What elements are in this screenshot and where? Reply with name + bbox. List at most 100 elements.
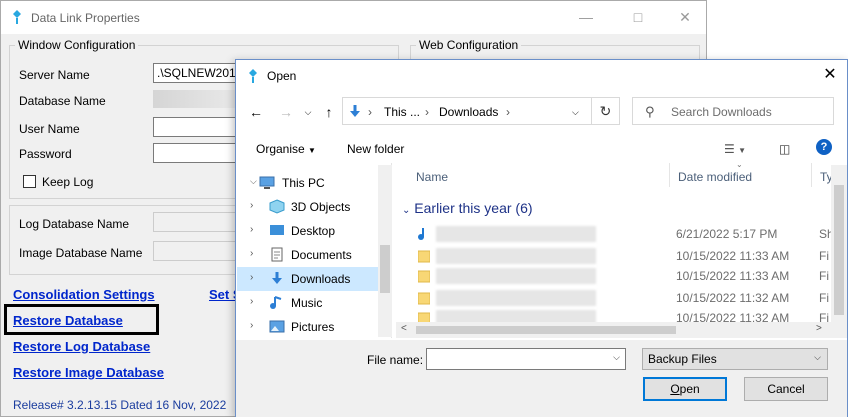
dialog-title: Open xyxy=(267,69,297,83)
close-icon[interactable]: ✕ xyxy=(819,64,841,86)
release-info: Release# 3.2.13.15 Dated 16 Nov, 2022 xyxy=(13,398,227,412)
restore-log-database-link[interactable]: Restore Log Database xyxy=(13,339,150,354)
file-name-input[interactable]: ⌵ xyxy=(426,348,626,370)
file-row[interactable]: 10/15/2022 11:33 AM Fi xyxy=(412,266,832,286)
chevron-right-icon[interactable]: › xyxy=(250,296,253,307)
server-name-label: Server Name xyxy=(19,68,90,82)
file-list-hscrollbar-thumb[interactable] xyxy=(416,326,676,334)
chevron-right-icon[interactable]: › xyxy=(250,272,253,283)
tree-scrollbar[interactable] xyxy=(378,165,392,337)
file-list-vscrollbar-thumb[interactable] xyxy=(834,185,844,315)
breadcrumb-downloads[interactable]: Downloads xyxy=(439,105,498,119)
address-bar[interactable]: › This ... › Downloads › ⌵ xyxy=(342,97,592,125)
scroll-right-icon[interactable]: > xyxy=(816,323,822,334)
cube-icon xyxy=(269,199,285,214)
file-name-blurred xyxy=(436,268,596,284)
column-header-type[interactable]: Ty xyxy=(812,163,832,187)
chevron-down-icon[interactable]: ⌵ xyxy=(250,176,257,187)
file-row[interactable]: 10/15/2022 11:32 AM Fi xyxy=(412,288,832,308)
downloads-icon xyxy=(350,105,360,117)
refresh-icon[interactable]: ↻ xyxy=(592,97,620,125)
view-options-icon[interactable]: ☰ ▼ xyxy=(724,142,746,156)
forward-arrow-icon[interactable]: → xyxy=(276,102,296,122)
search-input[interactable]: Search Downloads xyxy=(671,105,772,119)
tree-item-this-pc[interactable]: ⌵ This PC xyxy=(237,171,378,195)
maximize-icon[interactable]: □ xyxy=(627,7,649,27)
desktop-icon xyxy=(270,225,284,235)
chevron-right-icon[interactable]: › xyxy=(250,200,253,211)
window-config-label: Window Configuration xyxy=(15,38,139,52)
user-name-field[interactable] xyxy=(153,117,243,137)
back-arrow-icon[interactable]: ← xyxy=(246,102,266,122)
chevron-right-icon[interactable]: › xyxy=(250,224,253,235)
password-field[interactable] xyxy=(153,143,243,163)
file-name-blurred xyxy=(436,290,596,306)
group-header-label: Earlier this year (6) xyxy=(414,200,533,216)
breadcrumb-separator-icon: › xyxy=(368,105,372,119)
file-type-select[interactable]: Backup Files ⌵ xyxy=(642,348,828,370)
web-config-label: Web Configuration xyxy=(416,38,522,52)
file-list-vscrollbar[interactable] xyxy=(831,165,847,322)
audio-file-icon xyxy=(418,228,424,240)
image-db-field[interactable] xyxy=(153,241,243,261)
log-db-field[interactable] xyxy=(153,212,243,232)
downloads-icon xyxy=(272,272,282,284)
new-folder-button[interactable]: New folder xyxy=(347,142,404,156)
breadcrumb-this-pc[interactable]: This ... xyxy=(384,105,420,119)
tree-item-label: Documents xyxy=(291,248,352,262)
search-box[interactable]: ⚲ Search Downloads xyxy=(632,97,834,125)
group-header[interactable]: ⌄ Earlier this year (6) xyxy=(402,200,533,216)
restore-database-link[interactable]: Restore Database xyxy=(13,313,123,328)
restore-image-database-link[interactable]: Restore Image Database xyxy=(13,365,164,380)
music-icon xyxy=(270,296,282,309)
tree-item-pictures[interactable]: › Pictures xyxy=(237,315,378,339)
up-arrow-icon[interactable]: ↑ xyxy=(319,102,339,122)
file-type: Fi xyxy=(819,269,829,283)
help-icon[interactable]: ? xyxy=(816,139,832,155)
minimize-icon[interactable]: — xyxy=(575,7,597,27)
user-name-label: User Name xyxy=(19,122,80,136)
scroll-left-icon[interactable]: < xyxy=(401,323,407,334)
chevron-right-icon[interactable]: › xyxy=(250,248,253,259)
preview-pane-icon[interactable]: ◫ xyxy=(779,142,790,156)
log-db-label: Log Database Name xyxy=(19,217,130,231)
file-row[interactable]: 6/21/2022 5:17 PM Sh xyxy=(412,224,834,244)
chevron-down-icon[interactable]: ⌵ xyxy=(613,352,620,363)
file-date: 6/21/2022 5:17 PM xyxy=(676,227,778,241)
keep-log-checkbox[interactable] xyxy=(23,175,36,188)
documents-icon xyxy=(271,247,283,262)
tree-item-3d-objects[interactable]: › 3D Objects xyxy=(237,195,378,219)
close-icon[interactable]: ✕ xyxy=(674,7,696,27)
folder-icon xyxy=(418,292,430,305)
tree-item-label: Music xyxy=(291,296,323,310)
consolidation-settings-link[interactable]: Consolidation Settings xyxy=(13,287,155,302)
file-date: 10/15/2022 11:33 AM xyxy=(676,249,790,263)
tree-item-desktop[interactable]: › Desktop xyxy=(237,219,378,243)
app-icon xyxy=(249,69,257,83)
pc-icon xyxy=(259,176,275,189)
database-name-field[interactable] xyxy=(153,90,238,108)
chevron-down-icon: ⌵ xyxy=(814,352,821,362)
file-list-hscrollbar[interactable]: < > xyxy=(396,322,847,338)
bg-titlebar: Data Link Properties — □ ✕ xyxy=(1,1,706,34)
keep-log-label: Keep Log xyxy=(42,175,94,189)
open-dialog: Open ✕ ← → ⌵ ↑ › This ... › Downloads › … xyxy=(235,59,848,417)
column-header-name[interactable]: Name xyxy=(408,163,670,187)
image-db-label: Image Database Name xyxy=(19,246,143,260)
chevron-right-icon[interactable]: › xyxy=(250,320,253,331)
file-type: Fi xyxy=(819,249,829,263)
cancel-button[interactable]: Cancel xyxy=(744,377,828,401)
organise-menu[interactable]: Organise ▼ xyxy=(256,142,316,156)
address-dropdown-icon[interactable]: ⌵ xyxy=(572,107,579,118)
sort-chevron-icon: ⌄ xyxy=(736,160,743,169)
tree-item-downloads[interactable]: › Downloads xyxy=(237,267,378,291)
search-icon: ⚲ xyxy=(645,104,655,119)
tree-scrollbar-thumb[interactable] xyxy=(380,245,390,293)
server-name-field[interactable]: .\SQLNEW2019 xyxy=(153,63,243,83)
tree-item-documents[interactable]: › Documents xyxy=(237,243,378,267)
recent-locations-chevron-icon[interactable]: ⌵ xyxy=(298,102,318,122)
open-button[interactable]: Open xyxy=(643,377,727,401)
tree-item-music[interactable]: › Music xyxy=(237,291,378,315)
file-row[interactable]: 10/15/2022 11:33 AM Fi xyxy=(412,246,832,266)
file-date: 10/15/2022 11:33 AM xyxy=(676,269,790,283)
